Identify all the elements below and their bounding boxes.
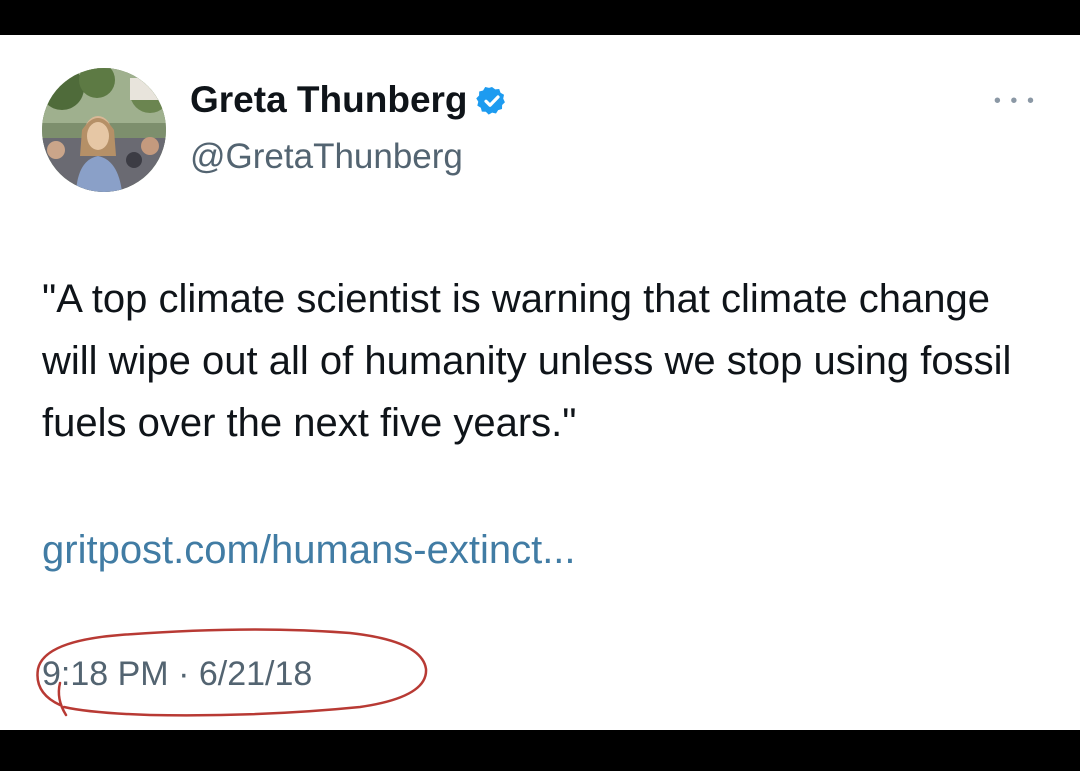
tweet-card: Greta Thunberg @GretaThunberg • • • "A t… [0,35,1080,730]
screenshot-frame: Greta Thunberg @GretaThunberg • • • "A t… [0,0,1080,771]
tweet-timestamp[interactable]: 9:18 PM · 6/21/18 [42,655,312,694]
display-name-text[interactable]: Greta Thunberg [190,79,468,120]
tweet-link[interactable]: gritpost.com/humans-extinct... [42,528,576,573]
verified-badge-icon [475,84,508,126]
handle[interactable]: @GretaThunberg [190,137,463,177]
more-icon[interactable]: • • • [994,90,1036,113]
display-name[interactable]: Greta Thunberg [190,79,508,126]
avatar[interactable] [42,68,166,192]
tweet-text: "A top climate scientist is warning that… [42,277,1012,445]
